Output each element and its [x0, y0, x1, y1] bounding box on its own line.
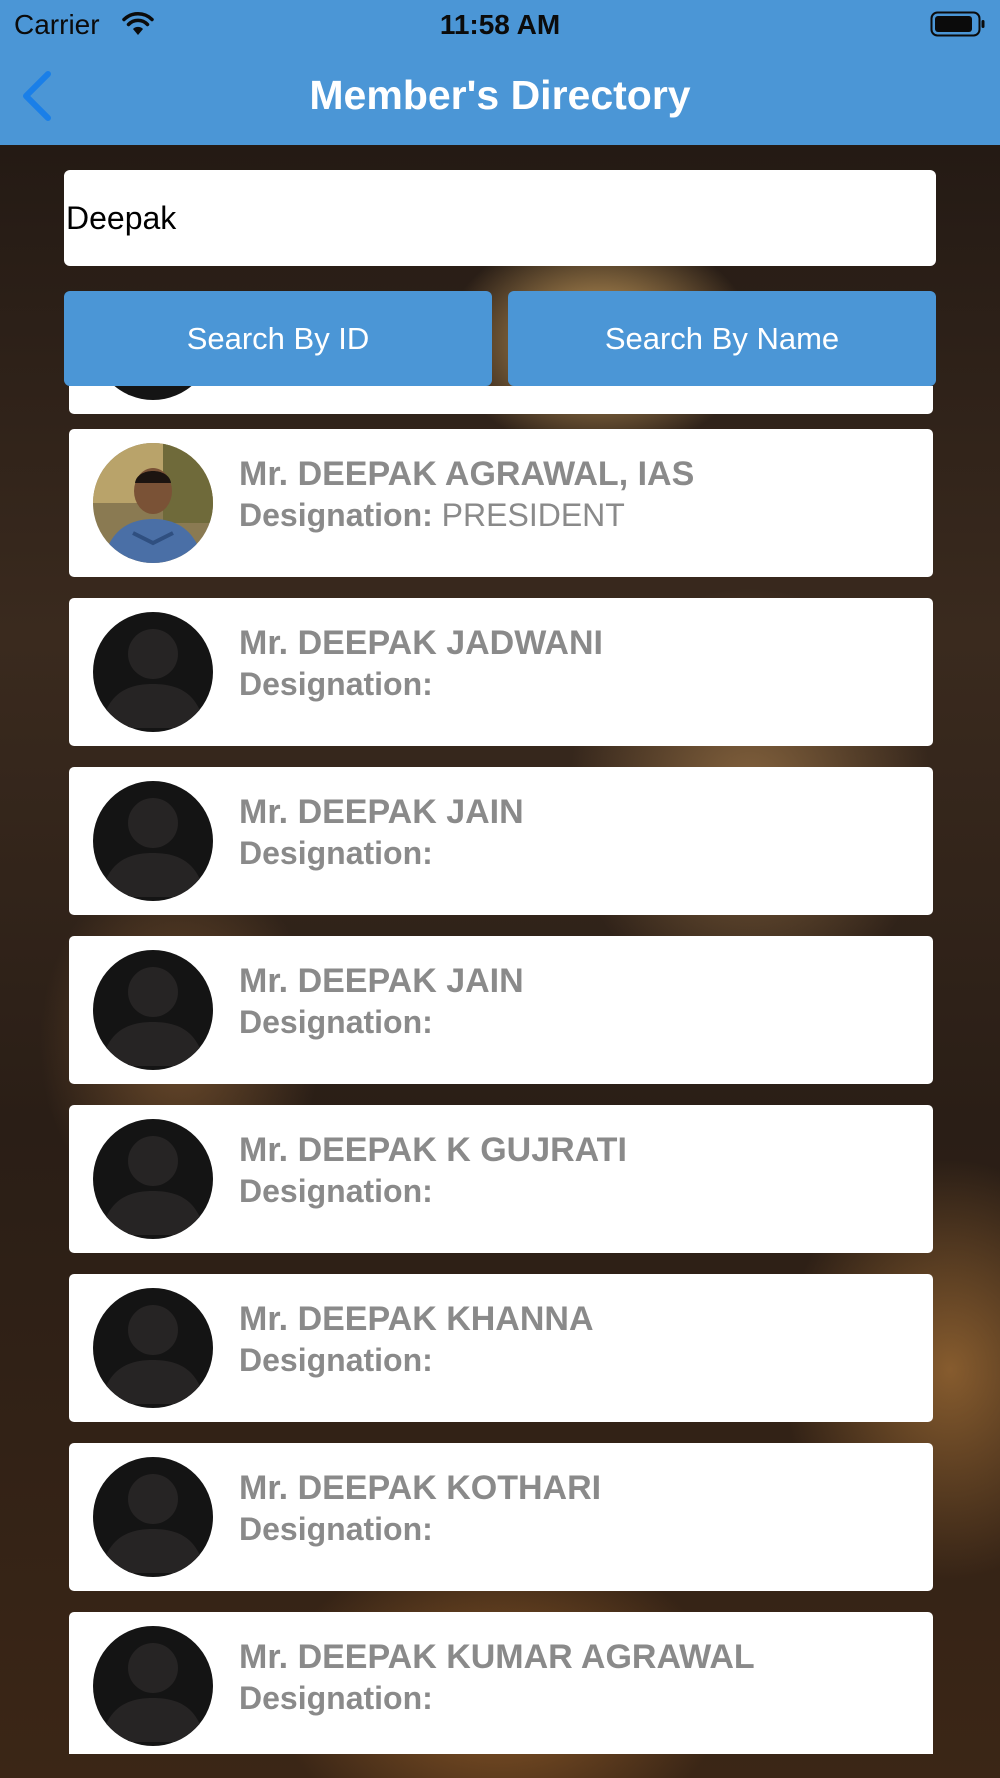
member-designation: Designation: [239, 666, 433, 703]
navigation-bar: Member's Directory [0, 48, 1000, 145]
member-card-4[interactable]: Mr. DEEPAK JAIN Designation: [69, 936, 933, 1084]
search-input[interactable] [64, 170, 936, 266]
member-designation: Designation: [239, 1004, 433, 1041]
member-name: Mr. DEEPAK JAIN [239, 793, 524, 831]
avatar-placeholder-icon [93, 1626, 213, 1746]
search-by-id-label: Search By ID [186, 320, 370, 356]
member-name: Mr. DEEPAK KHANNA [239, 1300, 594, 1338]
member-designation: Designation: [239, 1173, 433, 1210]
member-name: Mr. DEEPAK KUMAR AGRAWAL [239, 1638, 755, 1676]
member-name: Mr. DEEPAK JADWANI [239, 624, 603, 662]
member-name: Mr. DEEPAK KOTHARI [239, 1469, 602, 1507]
avatar-placeholder-icon [93, 950, 213, 1070]
member-card-1[interactable]: Mr. DEEPAK AGRAWAL, IAS Designation: PRE… [69, 429, 933, 577]
designation-label: Designation: [239, 497, 433, 533]
member-card-8[interactable]: Mr. DEEPAK KUMAR AGRAWAL Designation: [69, 1612, 933, 1754]
page-title: Member's Directory [309, 72, 691, 118]
avatar [93, 386, 213, 400]
member-designation: Designation: [239, 1680, 433, 1717]
member-designation: Designation: [239, 1342, 433, 1379]
designation-label: Designation: [239, 1004, 433, 1040]
status-bar: Carrier 11:58 AM [0, 0, 1000, 48]
search-by-id-button[interactable]: Search By ID [64, 291, 492, 386]
member-name: Mr. DEEPAK AGRAWAL, IAS [239, 455, 695, 493]
avatar-placeholder-icon [93, 1457, 213, 1577]
search-by-name-label: Search By Name [604, 320, 840, 356]
member-card-3[interactable]: Mr. DEEPAK JAIN Designation: [69, 767, 933, 915]
status-time: 11:58 AM [439, 9, 561, 40]
member-card-5[interactable]: Mr. DEEPAK K GUJRATI Designation: [69, 1105, 933, 1253]
designation-label: Designation: [239, 1511, 433, 1547]
designation-label: Designation: [239, 835, 433, 871]
member-name: Mr. DEEPAK K GUJRATI [239, 1131, 627, 1169]
member-card-6[interactable]: Mr. DEEPAK KHANNA Designation: [69, 1274, 933, 1422]
list-item[interactable] [69, 386, 933, 414]
battery-icon [930, 11, 986, 37]
member-designation: Designation: [239, 1511, 433, 1548]
member-card-7[interactable]: Mr. DEEPAK KOTHARI Designation: [69, 1443, 933, 1591]
member-card-2[interactable]: Mr. DEEPAK JADWANI Designation: [69, 598, 933, 746]
designation-label: Designation: [239, 666, 433, 702]
avatar-placeholder-icon [93, 612, 213, 732]
designation-value: PRESIDENT [441, 497, 625, 533]
member-designation: Designation: PRESIDENT [239, 497, 625, 534]
avatar-placeholder-icon [93, 1119, 213, 1239]
member-photo [93, 443, 213, 563]
designation-label: Designation: [239, 1173, 433, 1209]
member-list[interactable]: Mr. DEEPAK AGRAWAL, IAS Designation: PRE… [0, 386, 1000, 1754]
member-designation: Designation: [239, 835, 433, 872]
search-by-name-button[interactable]: Search By Name [508, 291, 936, 386]
member-name: Mr. DEEPAK JAIN [239, 962, 524, 1000]
avatar-placeholder-icon [93, 781, 213, 901]
designation-label: Designation: [239, 1342, 433, 1378]
avatar-placeholder-icon [93, 1288, 213, 1408]
designation-label: Designation: [239, 1680, 433, 1716]
